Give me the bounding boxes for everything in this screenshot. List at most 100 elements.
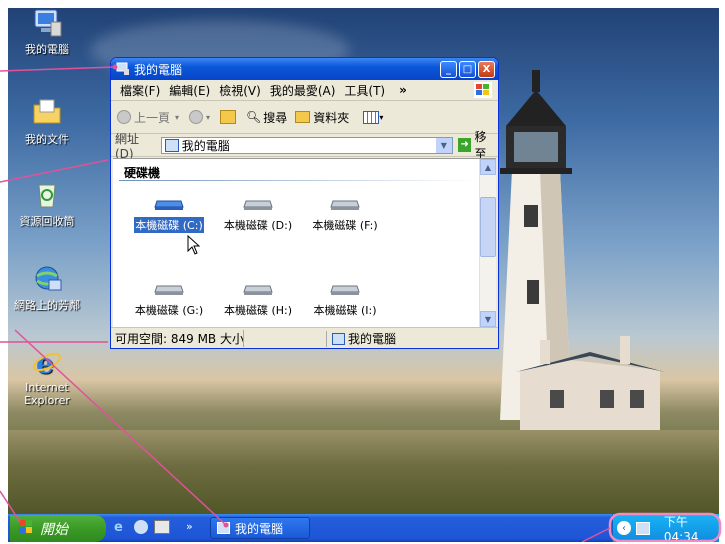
address-bar: 網址(D) 我的電腦 ▼ ➜ 移至 — [111, 130, 498, 161]
file-view-pane[interactable]: 硬碟機 本機磁碟 (C:) 本機磁碟 (D:) 本機磁碟 (F:) 本機磁碟 (… — [113, 158, 496, 327]
menu-view[interactable]: 檢視(V) — [219, 82, 261, 99]
up-folder-icon — [220, 110, 237, 124]
group-header-hard-drives: 硬碟機 — [124, 166, 161, 180]
scroll-up-button[interactable]: ▲ — [480, 159, 496, 175]
computer-icon — [217, 522, 230, 534]
media-quicklaunch-icon[interactable] — [134, 520, 148, 534]
clock[interactable]: 下午 04:34 — [664, 513, 725, 544]
back-label: 上一頁 — [134, 110, 171, 125]
close-button[interactable]: X — [478, 60, 495, 78]
folders-button[interactable]: 資料夾 — [295, 109, 349, 126]
scrollbar-thumb[interactable] — [480, 197, 496, 257]
computer-icon — [332, 332, 345, 345]
windows-logo-icon — [474, 82, 492, 98]
address-label: 網址(D) — [115, 131, 140, 161]
taskbar-button-label: 我的電腦 — [235, 521, 284, 536]
recycle-bin-icon — [31, 178, 63, 210]
back-button[interactable]: 上一頁 ▾ — [117, 109, 179, 126]
menu-bar: 檔案(F) 編輯(E) 檢視(V) 我的最愛(A) 工具(T) » — [111, 80, 498, 101]
ie-quicklaunch-icon[interactable]: e — [114, 520, 128, 535]
go-arrow-icon: ➜ — [457, 138, 472, 152]
menu-file[interactable]: 檔案(F) — [120, 82, 160, 99]
status-location: 我的電腦 — [348, 332, 397, 346]
desktop-icon-label: 網路上的芳鄰 — [14, 299, 80, 312]
network-icon — [31, 262, 63, 294]
drive-label: 本機磁碟 (H:) — [223, 304, 293, 317]
dropdown-arrow-icon: ▾ — [175, 112, 180, 122]
maximize-button[interactable]: □ — [459, 60, 476, 78]
menu-edit[interactable]: 編輯(E) — [169, 82, 210, 99]
drive-item-c[interactable]: 本機磁碟 (C:) — [123, 197, 215, 233]
grass-field — [0, 430, 725, 520]
start-label: 開始 — [40, 521, 68, 538]
views-button[interactable]: ▾ — [363, 110, 384, 124]
folder-icon — [295, 111, 311, 123]
status-free-space: 可用空間: 849 MB 大小 — [115, 330, 244, 347]
desktop-icon-my-computer[interactable]: 我的電腦 — [9, 6, 85, 57]
drive-label: 本機磁碟 (F:) — [312, 219, 378, 232]
back-arrow-icon — [117, 110, 131, 124]
internet-explorer-icon: e — [31, 346, 63, 380]
my-computer-window[interactable]: 我的電腦 _ □ X 檔案(F) 編輯(E) 檢視(V) 我的最愛(A) 工具(… — [110, 57, 499, 349]
status-bar: 可用空間: 849 MB 大小 我的電腦 — [111, 327, 498, 348]
hard-drive-icon — [243, 197, 273, 211]
up-folder-button[interactable] — [220, 110, 237, 124]
drive-item-h[interactable]: 本機磁碟 (H:) — [212, 282, 304, 318]
quicklaunch-overflow-chevron[interactable]: » — [186, 520, 193, 534]
search-button[interactable]: 🔍︎ 搜尋 — [246, 109, 287, 126]
drive-item-d[interactable]: 本機磁碟 (D:) — [212, 197, 304, 233]
tray-expand-chevron-icon[interactable]: ‹ — [617, 521, 631, 535]
menu-favorites[interactable]: 我的最愛(A) — [270, 82, 336, 99]
drive-item-i[interactable]: 本機磁碟 (I:) — [299, 282, 391, 318]
hard-drive-icon — [243, 282, 273, 296]
forward-arrow-icon — [189, 110, 204, 124]
drive-label: 本機磁碟 (D:) — [223, 219, 293, 232]
standard-toolbar: 上一頁 ▾ ▾ 🔍︎ 搜尋 資料夾 ▾ — [111, 101, 498, 134]
desktop-icon-internet-explorer[interactable]: e Internet Explorer — [4, 346, 90, 407]
scroll-down-button[interactable]: ▼ — [480, 311, 496, 327]
svg-text:e: e — [36, 347, 54, 378]
desktop-icon-label: 我的文件 — [25, 133, 69, 146]
desktop-icon-label: 我的電腦 — [25, 43, 69, 56]
group-divider — [119, 180, 479, 181]
drive-item-g[interactable]: 本機磁碟 (G:) — [123, 282, 215, 318]
desktop-icon-my-documents[interactable]: 我的文件 — [9, 96, 85, 147]
mouse-pointer-icon — [187, 235, 201, 255]
folders-label: 資料夾 — [313, 110, 350, 125]
computer-icon — [31, 6, 63, 38]
desktop-icon-network-places[interactable]: 網路上的芳鄰 — [9, 262, 85, 313]
taskbar: 開始 e » 我的電腦 ‹ 下午 04:34 — [0, 513, 725, 544]
go-button[interactable]: ➜ 移至 — [457, 128, 498, 162]
network-tray-icon[interactable] — [635, 521, 650, 535]
window-titlebar[interactable]: 我的電腦 _ □ X — [111, 58, 498, 80]
drive-item-f[interactable]: 本機磁碟 (F:) — [299, 197, 391, 233]
menu-tools[interactable]: 工具(T) — [344, 82, 385, 99]
taskbar-button-my-computer[interactable]: 我的電腦 — [210, 517, 310, 539]
quick-launch: e » — [114, 520, 193, 535]
dropdown-arrow-icon: ▾ — [379, 112, 384, 122]
desktop-icon-recycle-bin[interactable]: 資源回收筒 — [9, 178, 85, 229]
system-tray: ‹ 下午 04:34 — [612, 513, 725, 544]
minimize-button[interactable]: _ — [440, 60, 457, 78]
dropdown-arrow-icon: ▾ — [206, 112, 211, 122]
drive-label: 本機磁碟 (C:) — [134, 217, 204, 233]
windows-flag-icon — [18, 519, 34, 539]
desktop-icon-label: 資源回收筒 — [19, 215, 75, 228]
start-button[interactable]: 開始 — [10, 515, 106, 542]
window-title: 我的電腦 — [134, 62, 183, 77]
vertical-scrollbar[interactable]: ▲ ▼ — [479, 159, 496, 327]
search-label: 搜尋 — [263, 110, 288, 125]
address-dropdown-button[interactable]: ▼ — [435, 137, 452, 153]
menu-overflow-chevron[interactable]: » — [399, 83, 407, 97]
hard-drive-icon — [154, 282, 184, 296]
address-input[interactable]: 我的電腦 ▼ — [160, 136, 453, 154]
hard-drive-icon — [154, 197, 184, 211]
go-label: 移至 — [474, 130, 487, 161]
forward-button[interactable]: ▾ — [189, 110, 210, 124]
desktop-icon-label: Internet Explorer — [24, 381, 70, 407]
computer-icon — [164, 138, 179, 152]
status-cell — [244, 330, 327, 347]
address-value: 我的電腦 — [181, 138, 230, 153]
drive-label: 本機磁碟 (I:) — [313, 304, 377, 317]
desktop-quicklaunch-icon[interactable] — [154, 520, 170, 534]
